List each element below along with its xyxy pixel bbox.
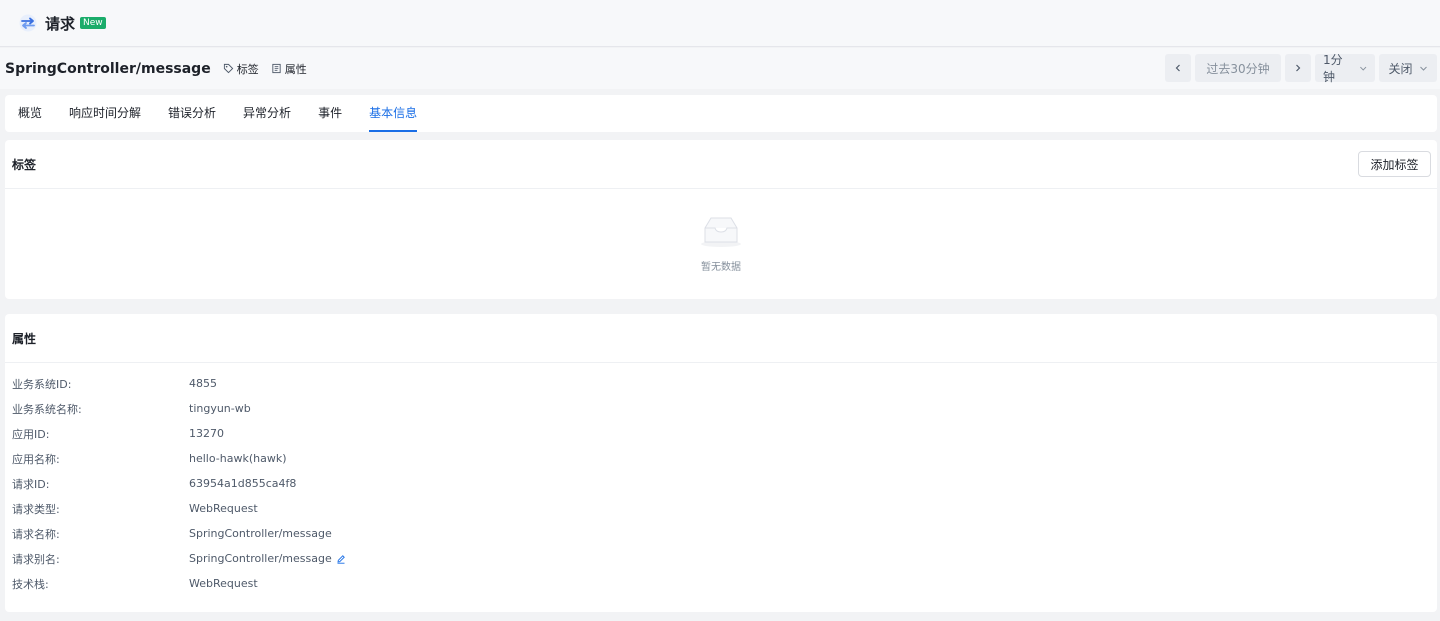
attr-label: 技术栈: [12,577,49,591]
tab-basic-info[interactable]: 基本信息 [369,95,418,132]
tab-overview[interactable]: 概览 [18,95,42,132]
chevron-left-icon [1175,64,1180,72]
attr-label: 应用名称: [12,452,60,466]
attr-label: 请求名称: [12,527,60,541]
attr-label: 应用ID: [12,427,50,441]
attrs-card-header: 属性 [5,314,1437,363]
attr-value: SpringController/message [189,527,332,540]
attr-value-alias: SpringController/message [189,552,346,565]
attrs-card-title: 属性 [12,331,37,346]
tab-exception-analysis[interactable]: 异常分析 [243,95,291,132]
attr-value: WebRequest [189,502,258,515]
attr-row: 业务系统ID: 4855 [5,371,1437,396]
attr-row: 业务系统名称: tingyun-wb [5,396,1437,421]
chevron-down-icon [1359,66,1366,71]
attr-value: hello-hawk(hawk) [189,452,287,465]
granularity-value: 1分钟 [1323,53,1343,84]
request-swap-icon [18,13,38,33]
attr-label: 请求别名: [12,552,60,566]
attr-row: 请求ID: 63954a1d855ca4f8 [5,471,1437,496]
empty-state: 暂无数据 [5,214,1437,273]
attr-list: 业务系统ID: 4855 业务系统名称: tingyun-wb 应用ID: 13… [5,363,1437,596]
attr-value: 13270 [189,427,224,440]
time-range-display[interactable]: 过去30分钟 [1195,54,1281,82]
tab-events[interactable]: 事件 [318,95,342,132]
next-time-button[interactable] [1285,54,1311,82]
attr-row: 应用名称: hello-hawk(hawk) [5,446,1437,471]
tags-link[interactable]: 标签 [223,61,259,77]
empty-text: 暂无数据 [701,262,741,273]
attr-row: 请求名称: SpringController/message [5,521,1437,546]
chevron-right-icon [1296,64,1301,72]
attrs-link-label: 属性 [284,62,307,76]
app-topbar: 请求 New [0,0,1440,47]
tags-card-header: 标签 添加标签 [5,140,1437,189]
document-icon [272,63,281,74]
tag-icon [223,63,233,74]
empty-inbox-icon [699,214,743,248]
app-title: 请求 [45,14,76,33]
edit-icon[interactable] [336,554,346,564]
attr-row: 请求类型: WebRequest [5,496,1437,521]
tags-card: 标签 添加标签 暂无数据 [5,140,1437,299]
attr-value: WebRequest [189,577,258,590]
add-tag-button[interactable]: 添加标签 [1358,151,1431,177]
attr-label: 业务系统名称: [12,402,82,416]
tab-bar: 概览 响应时间分解 错误分析 异常分析 事件 基本信息 [5,95,1437,132]
auto-refresh-value: 关闭 [1388,61,1413,76]
attr-label: 请求ID: [12,477,50,491]
attr-value: tingyun-wb [189,402,251,415]
attr-row: 应用ID: 13270 [5,421,1437,446]
attr-row: 技术栈: WebRequest [5,571,1437,596]
tab-response-breakdown[interactable]: 响应时间分解 [69,95,141,132]
attr-row: 请求别名: SpringController/message [5,546,1437,571]
attr-value: 4855 [189,377,217,390]
new-badge: New [80,17,106,29]
chevron-down-icon [1419,66,1427,71]
page-title: SpringController/message [5,60,211,77]
tags-card-title: 标签 [12,157,37,172]
alias-text: SpringController/message [189,552,332,565]
auto-refresh-select[interactable]: 关闭 [1379,54,1437,82]
time-controls: 过去30分钟 1分钟 关闭 [1165,53,1437,84]
attr-label: 业务系统ID: [12,377,72,391]
tab-error-analysis[interactable]: 错误分析 [168,95,216,132]
tags-link-label: 标签 [236,62,259,76]
attrs-link[interactable]: 属性 [271,61,307,77]
page-header: SpringController/message 标签 属性 过去30分钟 1分… [0,48,1440,89]
attr-label: 请求类型: [12,502,60,516]
granularity-select[interactable]: 1分钟 [1315,53,1375,84]
attrs-card: 属性 业务系统ID: 4855 业务系统名称: tingyun-wb 应用ID:… [5,314,1437,612]
attr-value: 63954a1d855ca4f8 [189,477,297,490]
prev-time-button[interactable] [1165,54,1191,82]
